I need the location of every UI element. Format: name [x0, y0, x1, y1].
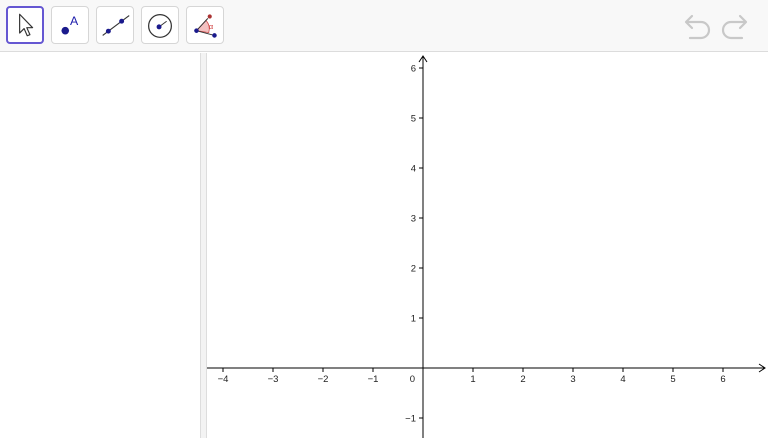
undo-icon — [684, 14, 711, 40]
undo-button[interactable] — [682, 12, 712, 42]
algebra-view[interactable] — [0, 53, 200, 438]
y-tick-label: 3 — [411, 214, 416, 225]
x-tick-label: 5 — [670, 374, 675, 385]
angle-tool-button[interactable]: α — [186, 6, 224, 44]
graphics-view[interactable]: −4 −3 −2 −1 1 2 3 4 5 6 0 −1 1 2 3 4 5 6 — [207, 53, 768, 438]
cursor-arrow-icon — [19, 13, 34, 37]
x-tick-label: −4 — [218, 374, 229, 385]
x-tick-label: 6 — [720, 374, 725, 385]
x-axis-ticks — [222, 368, 724, 372]
redo-icon — [721, 14, 748, 40]
coordinate-plane[interactable]: −4 −3 −2 −1 1 2 3 4 5 6 0 −1 1 2 3 4 5 6 — [207, 53, 768, 438]
y-tick-label: 4 — [411, 164, 416, 175]
x-axis — [207, 363, 766, 373]
y-tick-label: −1 — [405, 414, 416, 425]
line-tool-button[interactable] — [96, 6, 134, 44]
point-tool-button[interactable]: A — [51, 6, 89, 44]
point-icon-label: A — [70, 14, 79, 28]
y-tick-label: 1 — [411, 314, 416, 325]
angle-icon: α — [194, 14, 217, 38]
y-tick-labels: −1 1 2 3 4 5 6 — [405, 64, 416, 425]
move-tool-button[interactable] — [6, 6, 44, 44]
y-tick-label: 6 — [411, 64, 416, 75]
x-tick-label: −3 — [268, 374, 279, 385]
x-tick-labels: −4 −3 −2 −1 1 2 3 4 5 6 — [218, 374, 726, 385]
point-icon: A — [61, 14, 79, 35]
x-tick-label: −1 — [368, 374, 379, 385]
circle-with-center-icon — [148, 13, 172, 38]
redo-button[interactable] — [720, 12, 750, 42]
geogebra-app: A α −4 −3 −2 −1 1 2 3 4 5 6 0 −1 1 2 3 4… — [0, 0, 768, 438]
y-tick-label: 5 — [411, 114, 416, 125]
origin-label: 0 — [410, 374, 415, 385]
x-tick-label: 2 — [520, 374, 525, 385]
circle-tool-button[interactable] — [141, 6, 179, 44]
y-axis-ticks — [419, 67, 423, 419]
angle-icon-label: α — [209, 22, 214, 31]
x-tick-label: 4 — [620, 374, 625, 385]
y-tick-label: 2 — [411, 264, 416, 275]
line-through-two-points-icon — [102, 15, 130, 36]
view-splitter[interactable] — [200, 53, 207, 438]
x-tick-label: 3 — [570, 374, 575, 385]
y-axis — [418, 55, 428, 438]
toolbar: A α — [0, 0, 768, 52]
x-tick-label: 1 — [470, 374, 475, 385]
x-tick-label: −2 — [318, 374, 329, 385]
